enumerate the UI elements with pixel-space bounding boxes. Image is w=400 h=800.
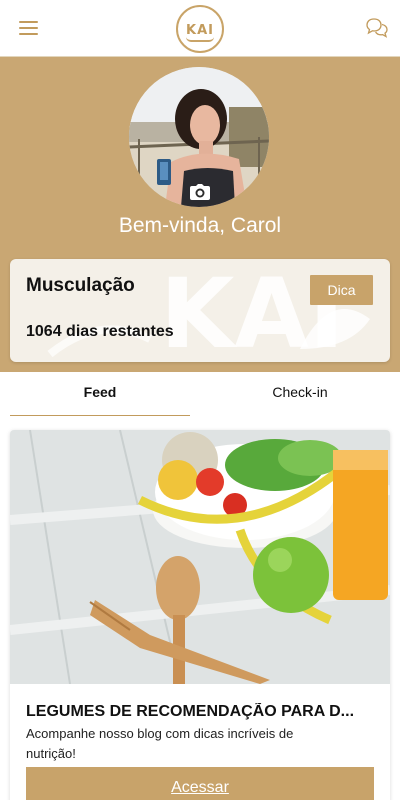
tab-feed[interactable]: Feed [10, 384, 190, 416]
plan-card: KAI Musculação 1064 dias restantes Dica [10, 259, 390, 362]
welcome-text: Bem-vinda, Carol [118, 214, 282, 237]
logo-text: KAI [186, 23, 214, 38]
feed-item-title: LEGUMES DE RECOMENDAÇÃO PARA D... [26, 703, 355, 720]
tab-check-in[interactable]: Check-in [210, 384, 390, 416]
kai-logo: KAI [176, 5, 224, 53]
plan-title: Musculação [26, 275, 135, 296]
logo-wave-icon [186, 37, 214, 42]
days-remaining: 1064 dias restantes [26, 323, 174, 340]
top-app-bar: KAI [0, 0, 400, 57]
feed-tabs: Feed Check-in [10, 384, 390, 416]
camera-icon[interactable] [190, 184, 210, 200]
healthy-food-image [10, 430, 390, 684]
feed-item-description: Acompanhe nosso blog com dicas incríveis… [26, 726, 294, 761]
profile-header: Bem-vinda, Carol KAI Musculação 1064 dia… [0, 57, 400, 372]
feed-card: LEGUMES DE RECOMENDAÇÃO PARA D... Acompa… [10, 430, 390, 800]
hamburger-menu-icon[interactable] [17, 18, 41, 38]
tip-button[interactable]: Dica [310, 275, 373, 305]
chat-bubbles-icon[interactable] [365, 16, 389, 40]
access-button[interactable]: Acessar [26, 767, 374, 800]
